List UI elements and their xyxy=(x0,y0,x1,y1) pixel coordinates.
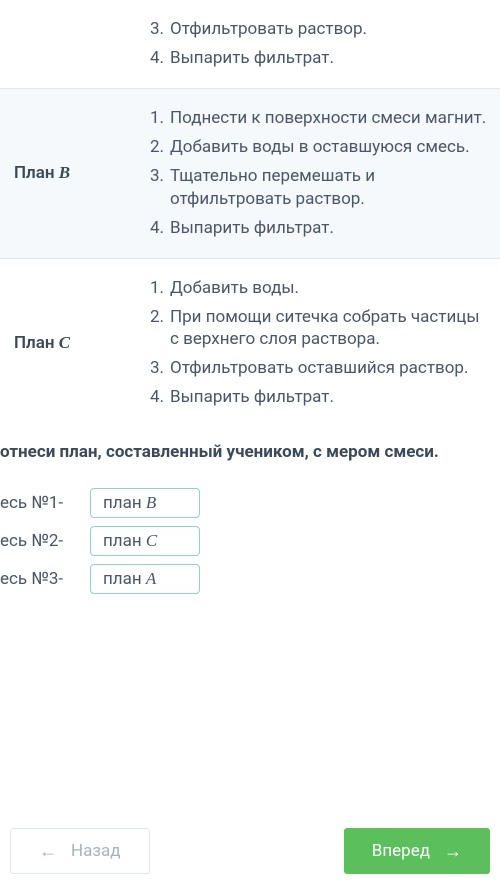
plan-label-cell: План C xyxy=(0,258,140,427)
steps-list: 1.Добавить воды. 2.При помощи ситечка со… xyxy=(148,277,492,410)
answer-row: есь №1- план B xyxy=(0,488,500,518)
plan-label-cell: План B xyxy=(0,88,140,258)
list-item: 4.Выпарить фильтрат. xyxy=(148,386,492,409)
list-item: 3.Отфильтровать раствор. xyxy=(148,18,492,41)
steps-list: 3.Отфильтровать раствор. 4.Выпарить филь… xyxy=(148,18,492,70)
plans-table: 3.Отфильтровать раствор. 4.Выпарить филь… xyxy=(0,0,500,427)
answer-dropdown[interactable]: план B xyxy=(90,488,200,518)
plan-label-letter: B xyxy=(59,163,70,182)
list-item: 1.Поднести к поверхности смеси магнит. xyxy=(148,107,492,130)
list-item: 3.Тщательно перемешать и отфильтровать р… xyxy=(148,165,492,211)
steps-list: 1.Поднести к поверхности смеси магнит. 2… xyxy=(148,107,492,240)
list-item: 1.Добавить воды. xyxy=(148,277,492,300)
instruction-text: отнеси план, составленный учеником, с ме… xyxy=(0,427,500,474)
list-item: 3.Отфильтровать оставшийся раствор. xyxy=(148,357,492,380)
back-label: Назад xyxy=(71,841,121,861)
arrow-left-icon: ← xyxy=(39,841,57,862)
plan-label-prefix: План xyxy=(14,333,59,353)
table-row: План B 1.Поднести к поверхности смеси ма… xyxy=(0,88,500,258)
nav-bar: ← Назад Вперед → xyxy=(0,810,500,892)
next-label: Вперед xyxy=(372,841,430,861)
steps-cell: 3.Отфильтровать раствор. 4.Выпарить филь… xyxy=(140,0,500,88)
answer-dropdown[interactable]: план C xyxy=(90,526,200,556)
list-item: 2.При помощи ситечка собрать частицы с в… xyxy=(148,306,492,352)
mix-label: есь №2- xyxy=(0,531,90,551)
plan-label-cell xyxy=(0,0,140,88)
list-item: 4.Выпарить фильтрат. xyxy=(148,47,492,70)
mix-label: есь №3- xyxy=(0,569,90,589)
steps-cell: 1.Добавить воды. 2.При помощи ситечка со… xyxy=(140,258,500,427)
answer-row: есь №3- план A xyxy=(0,564,500,594)
answer-section: есь №1- план B есь №2- план C есь №3- пл… xyxy=(0,474,500,622)
plan-label-prefix: План xyxy=(14,163,59,183)
list-item: 2.Добавить воды в оставшуюся смесь. xyxy=(148,136,492,159)
steps-cell: 1.Поднести к поверхности смеси магнит. 2… xyxy=(140,88,500,258)
arrow-right-icon: → xyxy=(444,841,462,862)
table-row: 3.Отфильтровать раствор. 4.Выпарить филь… xyxy=(0,0,500,88)
next-button[interactable]: Вперед → xyxy=(344,828,490,874)
mix-label: есь №1- xyxy=(0,493,90,513)
answer-dropdown[interactable]: план A xyxy=(90,564,200,594)
table-row: План C 1.Добавить воды. 2.При помощи сит… xyxy=(0,258,500,427)
list-item: 4.Выпарить фильтрат. xyxy=(148,217,492,240)
plan-label-letter: C xyxy=(59,333,70,352)
back-button[interactable]: ← Назад xyxy=(10,828,150,874)
answer-row: есь №2- план C xyxy=(0,526,500,556)
